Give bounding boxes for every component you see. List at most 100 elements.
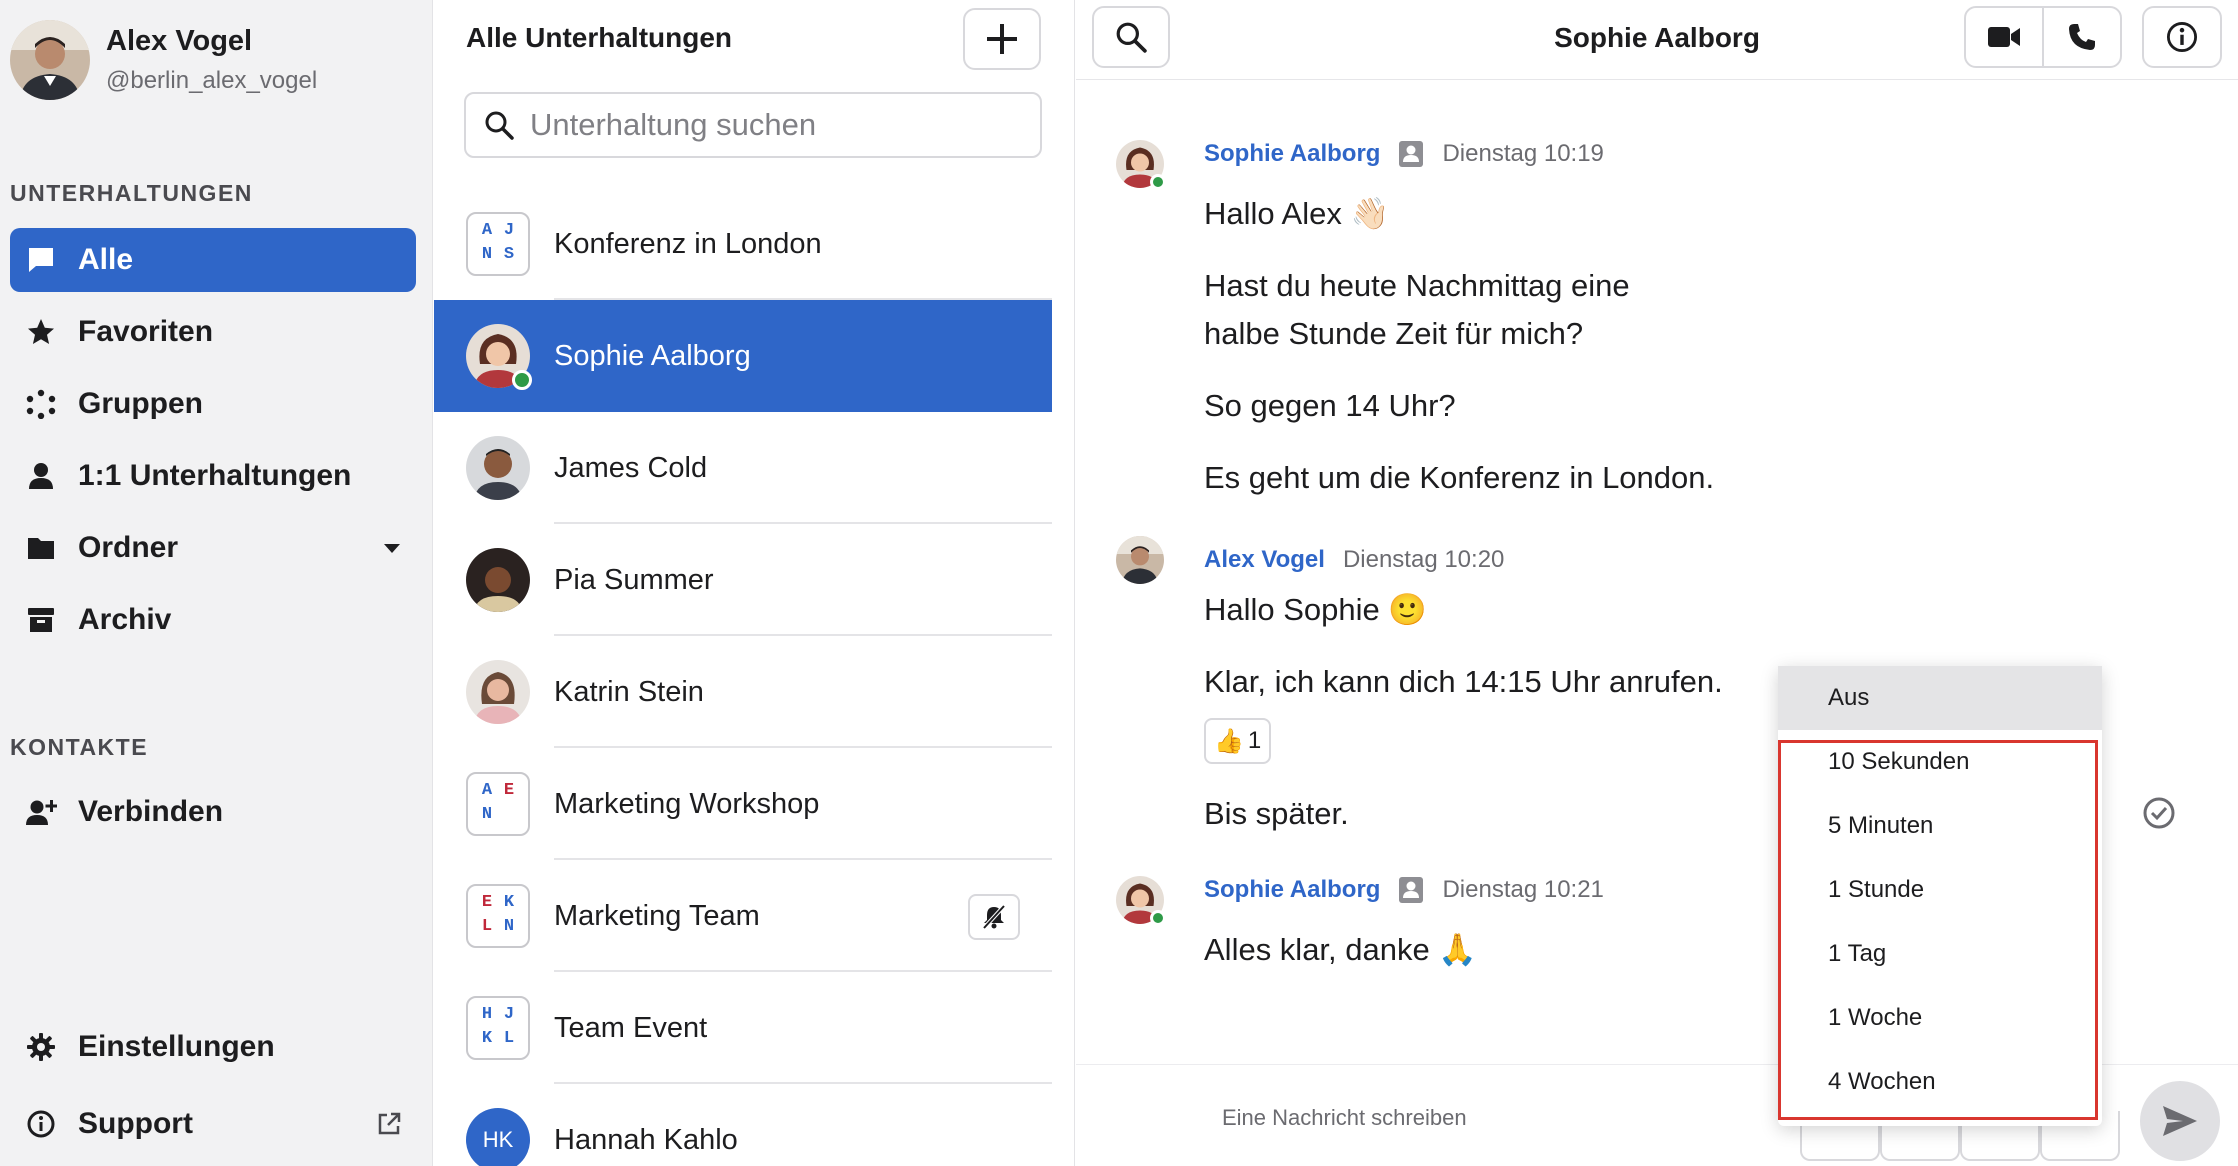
profile[interactable]: Alex Vogel @berlin_alex_vogel: [10, 20, 317, 100]
sidebar-item-connect[interactable]: Verbinden: [10, 780, 416, 844]
conversation-item[interactable]: HK Hannah Kahlo: [434, 1084, 1052, 1166]
chevron-down-icon[interactable]: [382, 541, 402, 555]
conversation-item[interactable]: E K L N Marketing Team: [434, 860, 1052, 972]
video-call-button[interactable]: [1966, 8, 2042, 66]
contact-card-icon: [1398, 140, 1424, 168]
conversation-list-title: Alle Unterhaltungen: [466, 22, 733, 53]
sidebar-item-label: Favoriten: [78, 315, 214, 348]
star-icon: [24, 315, 58, 349]
conversation-name: Pia Summer: [554, 564, 714, 596]
message-author[interactable]: Sophie Aalborg: [1204, 140, 1380, 168]
search-icon: [485, 111, 514, 140]
message-text: Alles klar, danke 🙏: [1204, 932, 1477, 967]
sidebar-item-one-on-one[interactable]: 1:1 Unterhaltungen: [10, 444, 416, 508]
user-avatar: [466, 436, 530, 500]
conversation-item[interactable]: Pia Summer: [434, 524, 1052, 636]
sidebar-item-label: 1:1 Unterhaltungen: [78, 459, 352, 492]
sidebar-item-archive[interactable]: Archiv: [10, 588, 416, 652]
sidebar-item-label: Support: [78, 1107, 193, 1140]
message-avatar[interactable]: [1116, 536, 1164, 584]
sidebar-item-groups[interactable]: Gruppen: [10, 372, 416, 436]
timer-option-off[interactable]: Aus: [1778, 666, 2102, 730]
message-text: Hallo Sophie 🙂: [1204, 592, 1427, 627]
group-letter: K: [503, 893, 515, 912]
timer-option-4w[interactable]: 4 Wochen: [1778, 1050, 2102, 1114]
conversation-item[interactable]: H J K L Team Event: [434, 972, 1052, 1084]
message-text: Es geht um die Konferenz in London.: [1204, 460, 1715, 495]
send-icon: [2163, 1106, 2197, 1136]
group-letter: E: [503, 781, 515, 800]
bell-muted-icon: [982, 904, 1006, 930]
video-camera-icon: [1988, 27, 2020, 47]
chat-bubble-icon: [24, 243, 58, 277]
reaction-count: 1: [1247, 727, 1262, 754]
profile-handle: @berlin_alex_vogel: [106, 67, 318, 94]
self-destruct-timer-menu: Aus 10 Sekunden 5 Minuten 1 Stunde 1 Tag…: [1778, 666, 2102, 1126]
call-button-group: [1964, 6, 2122, 68]
sidebar-item-folders[interactable]: Ordner: [10, 516, 416, 580]
conversation-name: Sophie Aalborg: [554, 340, 751, 372]
sidebar-item-support[interactable]: Support: [10, 1092, 416, 1156]
sidebar: Alex Vogel @berlin_alex_vogel UNTERHALTU…: [0, 0, 433, 1166]
conversation-search-input[interactable]: [530, 107, 1010, 143]
send-button[interactable]: [2140, 1081, 2220, 1161]
timer-option-10s[interactable]: 10 Sekunden: [1778, 730, 2102, 794]
message-text: Bis später.: [1204, 796, 1349, 831]
conversation-name: Marketing Workshop: [554, 788, 820, 820]
audio-call-button[interactable]: [2042, 8, 2120, 66]
sidebar-item-settings[interactable]: Einstellungen: [10, 1015, 416, 1079]
sidebar-item-label: Gruppen: [78, 387, 203, 420]
conversation-item[interactable]: A J N S Konferenz in London: [434, 188, 1052, 300]
timer-option-1w[interactable]: 1 Woche: [1778, 986, 2102, 1050]
message-author[interactable]: Sophie Aalborg: [1204, 876, 1380, 904]
sidebar-item-label: Ordner: [78, 531, 179, 564]
group-letter: L: [503, 1029, 515, 1048]
reaction-badge[interactable]: 👍 1: [1204, 718, 1272, 764]
conversation-info-button[interactable]: [2142, 6, 2222, 68]
user-avatar: [466, 548, 530, 612]
message-time: Dienstag 10:19: [1442, 140, 1604, 167]
sidebar-item-favorites[interactable]: Favoriten: [10, 300, 416, 364]
conversation-name: James Cold: [554, 452, 708, 484]
timer-option-5m[interactable]: 5 Minuten: [1778, 794, 2102, 858]
sidebar-item-label: Einstellungen: [78, 1030, 275, 1063]
group-dots-icon: [24, 387, 58, 421]
contact-card-icon: [1398, 876, 1424, 904]
conversation-item[interactable]: Katrin Stein: [434, 636, 1052, 748]
message-text: Hast du heute Nachmittag eine: [1204, 268, 1630, 303]
group-letter: J: [503, 1005, 515, 1024]
group-letter: N: [481, 245, 493, 264]
conversation-item[interactable]: James Cold: [434, 412, 1052, 524]
group-letter: A: [481, 221, 493, 240]
contacts-section-label: KONTAKTE: [10, 734, 149, 760]
new-conversation-button[interactable]: [963, 8, 1041, 70]
plus-icon: [987, 24, 1017, 54]
phone-icon: [2069, 24, 2095, 50]
group-avatar: A J N S: [466, 212, 530, 276]
group-letter: E: [481, 893, 493, 912]
message-text: So gegen 14 Uhr?: [1204, 388, 1456, 423]
message-time: Dienstag 10:20: [1342, 546, 1505, 573]
message-meta: Sophie Aalborg Dienstag 10:19: [1204, 140, 1604, 168]
conversation-search[interactable]: [464, 92, 1042, 158]
info-icon: [2166, 21, 2198, 53]
message-author[interactable]: Alex Vogel: [1204, 546, 1325, 574]
timer-option-1h[interactable]: 1 Stunde: [1778, 858, 2102, 922]
sidebar-item-label: Alle: [78, 243, 134, 276]
conversation-item-active[interactable]: Sophie Aalborg: [434, 300, 1052, 412]
online-status-icon: [512, 370, 532, 390]
message-meta: Alex Vogel Dienstag 10:20: [1204, 546, 1504, 574]
group-letter: K: [481, 1029, 493, 1048]
group-letter: J: [503, 221, 515, 240]
group-letter: [498, 804, 520, 828]
conversation-name: Marketing Team: [554, 900, 760, 932]
conversation-item[interactable]: A E N Marketing Workshop: [434, 748, 1052, 860]
muted-button[interactable]: [968, 894, 1020, 940]
timer-option-1d[interactable]: 1 Tag: [1778, 922, 2102, 986]
external-link-icon[interactable]: [376, 1111, 402, 1137]
group-avatar: E K L N: [466, 884, 530, 948]
sidebar-item-label: Archiv: [78, 603, 172, 636]
group-letter: H: [481, 1005, 493, 1024]
sidebar-item-all[interactable]: Alle: [10, 228, 416, 292]
group-letter: A: [481, 781, 493, 800]
